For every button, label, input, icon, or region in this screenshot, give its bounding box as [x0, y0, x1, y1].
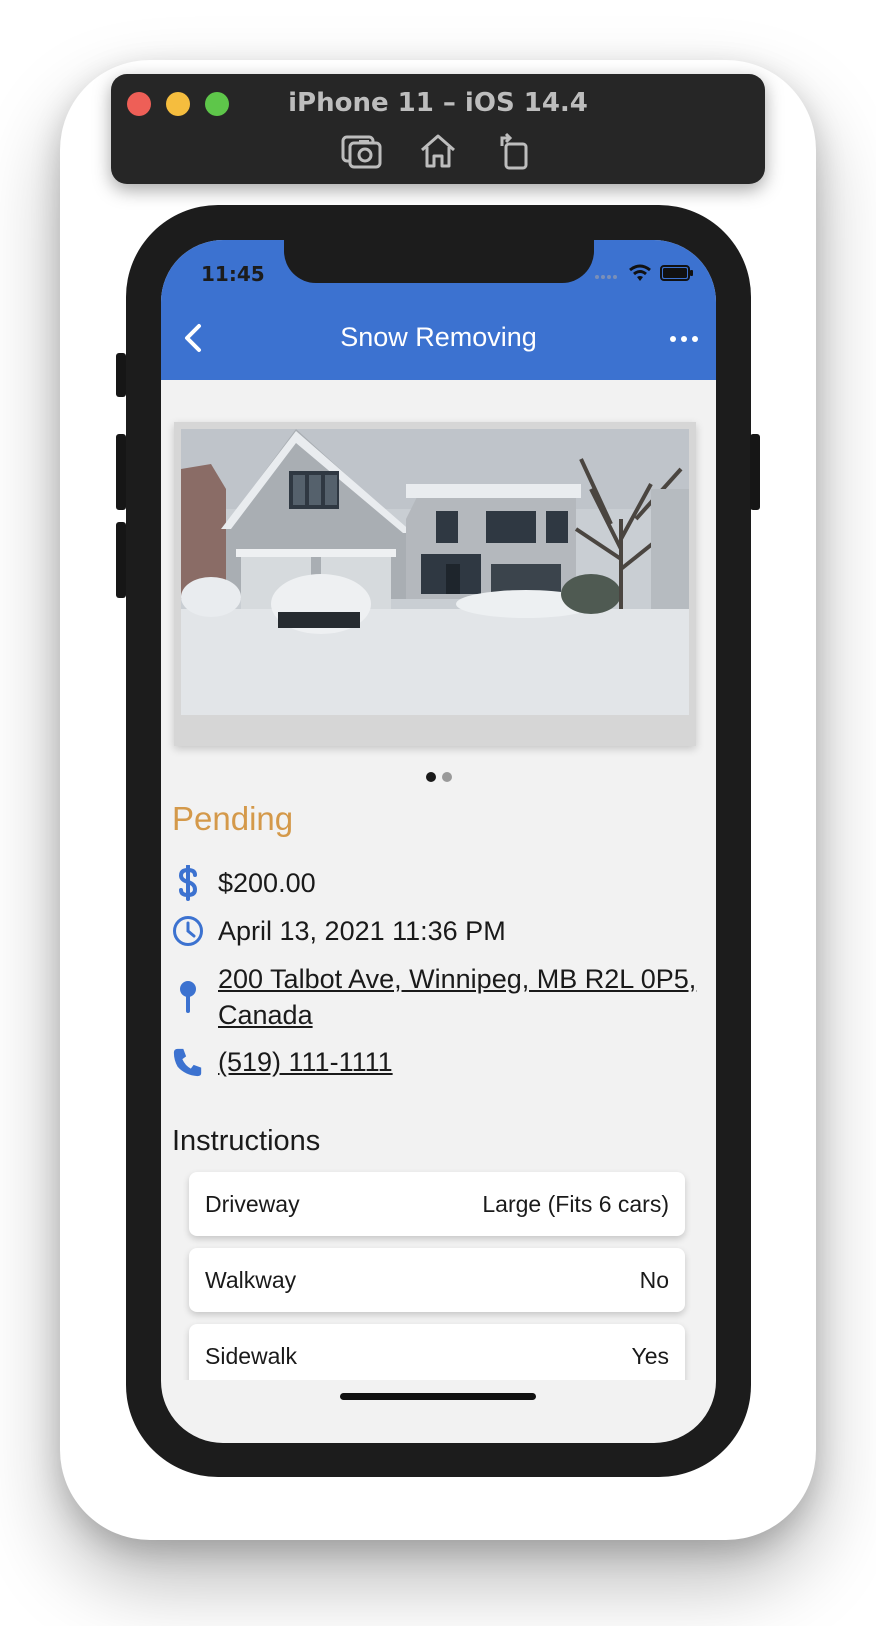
address-link[interactable]: 200 Talbot Ave, Winnipeg, MB R2L 0P5, Ca… [218, 961, 696, 1033]
status-label: Pending [172, 800, 294, 837]
instruction-label: Sidewalk [205, 1342, 298, 1369]
job-details: Pending $200.00 April 13, 2021 11:36 PM [161, 380, 716, 1380]
phone-screen: 11:45 Snow Removing Pending $200.00 Apri… [161, 240, 716, 1443]
price-value: $200.00 [218, 868, 316, 898]
simulator-title: iPhone 11 – iOS 14.4 [288, 88, 588, 118]
instruction-value: No [639, 1266, 669, 1293]
notch [284, 240, 594, 283]
rotate-icon[interactable] [491, 130, 537, 172]
instruction-card: Driveway Large (Fits 6 cars) [189, 1172, 685, 1236]
carousel-pager[interactable] [161, 772, 716, 782]
instruction-label: Walkway [205, 1266, 297, 1293]
screenshot-icon[interactable] [339, 130, 385, 172]
instruction-value: Yes [631, 1342, 669, 1369]
phone-link[interactable]: (519) 111-1111 [218, 1044, 393, 1080]
dollar-icon [172, 865, 204, 901]
simulator-title-bar: iPhone 11 – iOS 14.4 [111, 74, 765, 184]
page-title: Snow Removing [340, 322, 537, 352]
wifi-icon [628, 264, 652, 287]
instruction-value: Large (Fits 6 cars) [482, 1190, 669, 1217]
phone-icon [172, 1044, 204, 1080]
instruction-label: Driveway [205, 1190, 300, 1217]
price-row: $200.00 [172, 865, 316, 901]
snow-house-photo [181, 429, 689, 715]
datetime-value: April 13, 2021 11:36 PM [218, 916, 506, 946]
clock-icon [172, 913, 204, 949]
carousel-dot[interactable] [425, 772, 436, 782]
instruction-card: Walkway No [189, 1248, 685, 1312]
home-icon[interactable] [415, 130, 461, 172]
map-pin-icon [172, 961, 204, 1033]
datetime-row: April 13, 2021 11:36 PM [172, 913, 506, 949]
address-row[interactable]: 200 Talbot Ave, Winnipeg, MB R2L 0P5, Ca… [172, 961, 696, 1033]
more-icon[interactable] [670, 336, 698, 342]
home-indicator[interactable] [340, 1393, 536, 1400]
carousel-dot[interactable] [441, 772, 452, 782]
instructions-title: Instructions [172, 1125, 321, 1157]
signal-icon [594, 267, 620, 285]
phone-row[interactable]: (519) 111-1111 [172, 1044, 393, 1080]
photo-carousel[interactable] [174, 422, 696, 746]
mute-switch [116, 353, 126, 397]
battery-icon [660, 265, 694, 286]
status-time: 11:45 [201, 262, 265, 286]
volume-up-button [116, 434, 126, 510]
power-button [750, 434, 760, 510]
instruction-card: Sidewalk Yes [189, 1324, 685, 1380]
volume-down-button [116, 522, 126, 598]
